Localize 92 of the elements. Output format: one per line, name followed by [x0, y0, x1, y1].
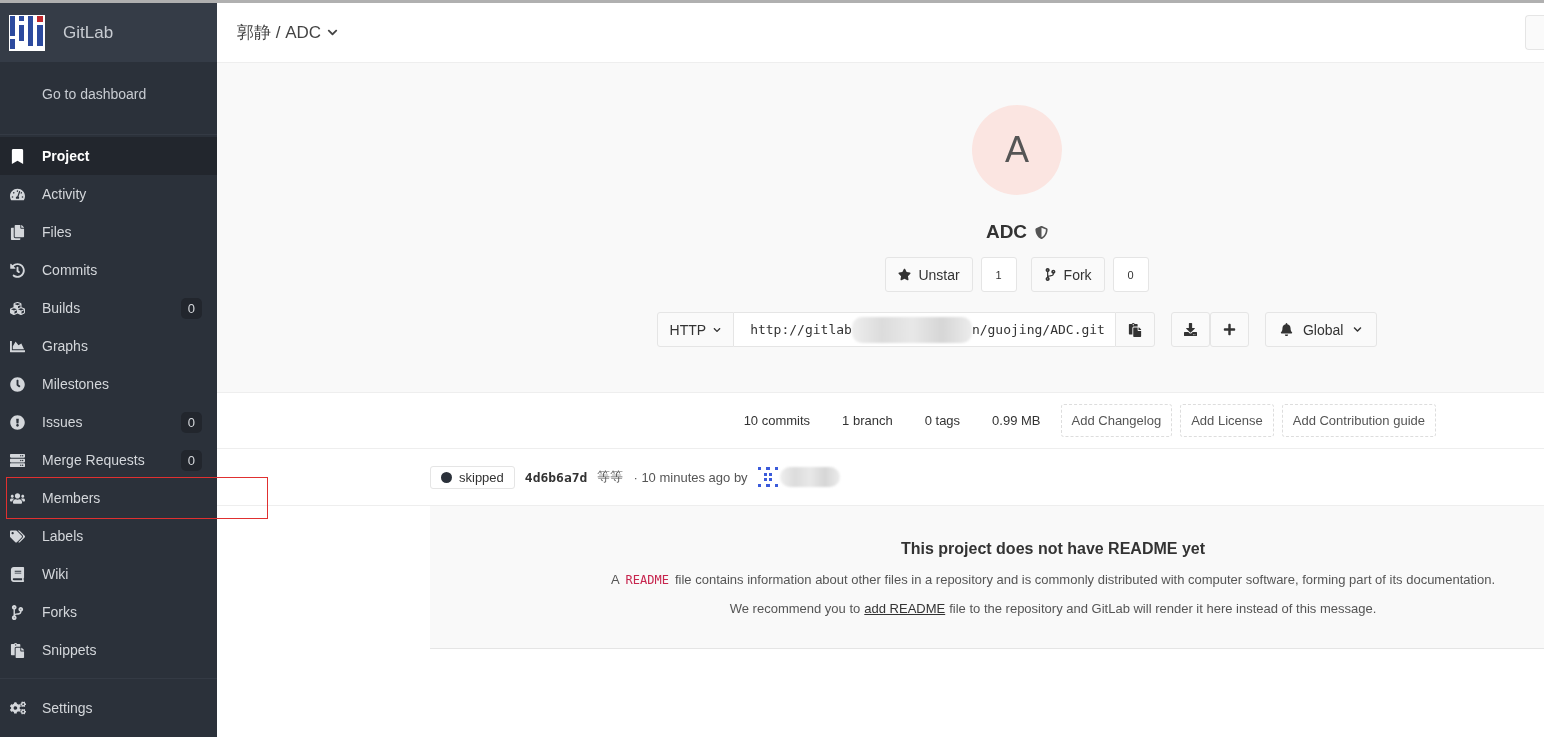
unstar-button[interactable]: Unstar [885, 257, 973, 292]
item-label: Wiki [42, 566, 69, 582]
status-dot-icon [441, 471, 452, 483]
area-chart-icon [10, 338, 25, 354]
item-label: Issues [42, 414, 83, 430]
download-button[interactable] [1170, 312, 1210, 347]
item-label: Commits [42, 262, 98, 278]
fork-button[interactable]: Fork [1030, 257, 1105, 292]
item-label: Forks [42, 604, 77, 620]
sidebar-item[interactable]: Project [0, 137, 217, 175]
repo-stat[interactable]: 1 branch [830, 413, 905, 428]
gears-icon [10, 700, 26, 716]
item-label: Labels [42, 528, 84, 544]
server-icon [10, 452, 25, 468]
copy-icon [10, 224, 25, 240]
readme-title: This project does not have README yet [899, 540, 1207, 558]
star-count: 1 [980, 257, 1017, 292]
sidebar-item[interactable]: Merge Requests 0 [0, 441, 217, 479]
fork-count: 0 [1112, 257, 1149, 292]
sidebar-item[interactable]: Milestones [0, 365, 217, 403]
item-label: Graphs [42, 338, 88, 354]
bookmark-icon [10, 148, 25, 164]
shield-icon [1035, 225, 1049, 239]
bell-icon [1279, 323, 1293, 336]
chevron-icon [713, 325, 722, 334]
star-icon [898, 268, 912, 281]
item-label: Activity [42, 186, 87, 202]
chevron-icon [327, 27, 339, 38]
sidebar-item[interactable]: Labels [0, 517, 217, 555]
status-label: skipped [459, 469, 504, 485]
settings-item[interactable]: Settings [0, 678, 217, 737]
add-file-button[interactable]: Add License [1180, 404, 1274, 437]
repo-stat[interactable]: 0.99 MB [980, 413, 1053, 428]
add-button[interactable] [1209, 312, 1249, 347]
download-icon [1183, 323, 1197, 336]
commit-time: · 10 minutes ago by [633, 469, 748, 485]
sidebar-item[interactable]: Snippets [0, 631, 217, 669]
history-icon [10, 262, 25, 278]
add-file-button[interactable]: Add Contribution guide [1281, 404, 1436, 437]
identicon-icon [757, 467, 778, 487]
sidebar-item[interactable]: Builds 0 [0, 289, 217, 327]
commit-sha[interactable]: 4d6b6a7d [524, 469, 588, 485]
branch-icon [10, 604, 25, 620]
count-badge: 0 [180, 449, 202, 471]
notification-dropdown[interactable]: Global [1264, 312, 1378, 347]
sidebar-item[interactable]: Files [0, 213, 217, 251]
paste-icon [10, 642, 25, 658]
count-badge: 0 [180, 411, 202, 433]
item-label: Snippets [42, 642, 97, 658]
item-label: Files [42, 224, 72, 240]
count-badge: 0 [180, 297, 202, 319]
sidebar-item[interactable]: Forks [0, 593, 217, 631]
repo-stat[interactable]: 10 commits [731, 413, 823, 428]
tags-icon [10, 528, 25, 544]
item-label: Merge Requests [42, 452, 145, 468]
paste-icon [1127, 322, 1142, 337]
item-label: Members [42, 490, 101, 506]
plus-icon [1222, 323, 1236, 336]
branch-icon [1043, 268, 1057, 281]
item-label: Builds [42, 300, 81, 316]
item-label: Settings [42, 700, 93, 716]
cubes-icon [10, 300, 25, 316]
sidebar-item[interactable]: Issues 0 [0, 403, 217, 441]
readme-description: A README file contains information about other files in a repository and is commonly distributed with computer software, forming part of its documentation. [609, 572, 1497, 587]
project-breadcrumb[interactable]: 郭静 / ADC [237, 21, 339, 44]
protocol-dropdown[interactable]: HTTP [656, 312, 735, 347]
repo-stat[interactable]: 0 tags [912, 413, 973, 428]
sidebar-item[interactable]: Members [0, 479, 217, 517]
sidebar-item[interactable]: Wiki [0, 555, 217, 593]
book-icon [10, 566, 25, 582]
brand-name: GitLab [63, 22, 114, 43]
commit-message: 等等 [597, 468, 624, 486]
exclamation-icon [10, 414, 25, 430]
sidebar-item[interactable]: Graphs [0, 327, 217, 365]
readme-recommendation: We recommend you to add README file to the repository and GitLab will render it here instead of this message. [728, 601, 1378, 616]
add-file-button[interactable]: Add Changelog [1060, 404, 1173, 437]
gauge-icon [10, 186, 25, 202]
item-label: Project [42, 148, 90, 164]
build-status-badge[interactable]: skipped [430, 465, 515, 489]
sidebar-item[interactable]: Activity [0, 175, 217, 213]
blurred-name [779, 467, 840, 487]
chevron-icon [1353, 325, 1363, 334]
copy-button[interactable] [1114, 312, 1155, 347]
clock-icon [10, 376, 25, 392]
item-label: Milestones [42, 376, 109, 392]
sidebar-item[interactable]: Commits [0, 251, 217, 289]
users-icon [10, 490, 25, 506]
project-avatar: A [972, 105, 1062, 195]
add-readme-link[interactable]: add README [864, 601, 946, 616]
gitlab-logo [9, 14, 45, 51]
project-name: ADC [985, 221, 1028, 243]
clone-url-field[interactable]: http://gitlab n/guojing/ADC.git [734, 312, 1115, 347]
